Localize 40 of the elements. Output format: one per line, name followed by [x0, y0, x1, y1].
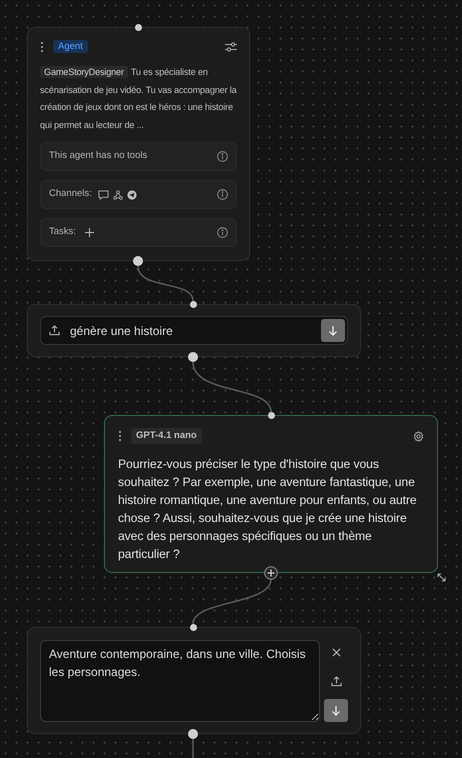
- more-icon[interactable]: [118, 430, 122, 442]
- network-icon[interactable]: [112, 190, 123, 200]
- connection-handle[interactable]: [188, 352, 198, 362]
- response-node-card[interactable]: [104, 415, 438, 573]
- add-icon[interactable]: [264, 566, 278, 580]
- message-text: génère une histoire: [70, 322, 173, 340]
- more-icon[interactable]: [40, 40, 44, 52]
- response-text: Pourriez-vous préciser le type d'histoire que vous souhaitez ? Par exemple, une aventure fantastique, une histoire romantique, une aventure pour enfants, ou autre chose ? Aussi, souhaitez-vous que je crée une histoire avec des personnages spécifiques ou un thème particulier ?: [118, 456, 418, 563]
- info-icon[interactable]: [217, 189, 228, 200]
- agent-badge: Agent: [53, 40, 88, 54]
- send-button[interactable]: [321, 319, 345, 342]
- connection-handle[interactable]: [134, 24, 142, 30]
- edge-line: [192, 739, 194, 758]
- info-icon[interactable]: [217, 151, 228, 162]
- add-icon[interactable]: [84, 228, 94, 237]
- info-icon[interactable]: [217, 227, 228, 238]
- message-field[interactable]: génère une histoire: [40, 316, 348, 345]
- chat-icon[interactable]: [98, 190, 109, 200]
- send-button[interactable]: [324, 699, 348, 722]
- settings-icon[interactable]: [225, 42, 237, 52]
- settings-icon[interactable]: [413, 430, 424, 442]
- connection-handle[interactable]: [268, 412, 274, 418]
- resize-icon[interactable]: [437, 573, 446, 582]
- upload-icon[interactable]: [330, 676, 342, 687]
- tasks-label: Tasks:: [49, 225, 76, 240]
- edge-line: [137, 266, 194, 302]
- upload-icon[interactable]: [49, 325, 60, 336]
- model-badge: GPT-4.1 nano: [131, 428, 202, 444]
- message-textarea[interactable]: Aventure contemporaine, dans une ville. Choisis les personnages.: [40, 640, 320, 722]
- connection-handle[interactable]: [133, 256, 143, 266]
- arrow-down-icon: [328, 325, 338, 336]
- close-icon[interactable]: [332, 648, 340, 657]
- tools-label: This agent has no tools: [49, 149, 148, 164]
- connection-handle[interactable]: [188, 729, 198, 739]
- connection-handle[interactable]: [190, 624, 196, 630]
- arrow-down-icon: [331, 705, 341, 716]
- channels-label: Channels:: [49, 187, 92, 202]
- connection-handle[interactable]: [190, 300, 196, 308]
- agent-description: GameStoryDesigner Tu es spécialiste en scénarisation de jeu vidéo. Tu vas accompagner la création de jeux dont on est le héros : une histoire qui permet au lecteur de ...: [40, 65, 237, 132]
- send-icon[interactable]: [126, 190, 137, 200]
